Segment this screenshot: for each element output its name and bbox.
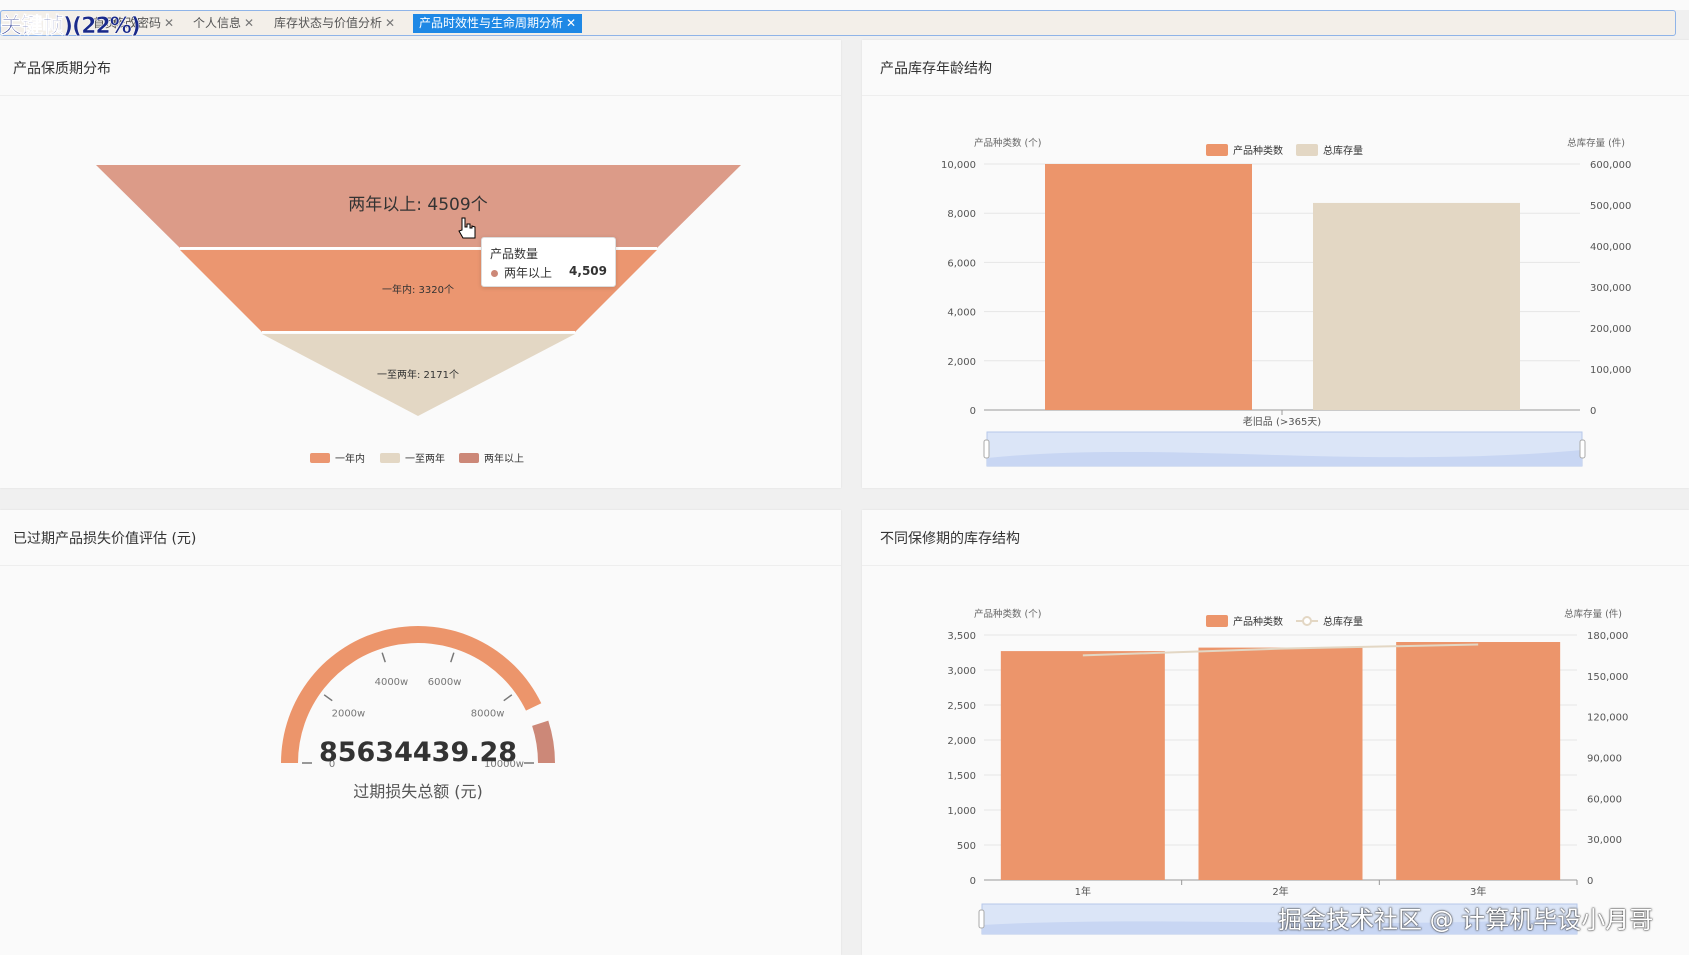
- y-left-tick-label: 3,500: [947, 631, 976, 642]
- tooltip: 产品数量 两年以上 4,509: [481, 237, 616, 287]
- close-icon[interactable]: ✕: [566, 16, 576, 30]
- y-right-axis-title: 总库存量 (件): [1564, 608, 1622, 620]
- gauge-tick: [503, 694, 513, 702]
- warranty-chart: 3,500 3,000 2,500 2,000 1,500 1,000 500 0 180,00…: [947, 608, 1628, 935]
- tab-product-lifecycle[interactable]: 产品时效性与生命周期分析 ✕: [413, 14, 583, 33]
- y-left-tick-label: 1,000: [947, 806, 976, 817]
- legend-label-one-to-two-years[interactable]: 一至两年: [405, 452, 445, 465]
- y-left-tick-label: 3,000: [947, 666, 976, 677]
- gauge-tick: [381, 652, 386, 663]
- y-right-tick-label: 120,000: [1587, 713, 1628, 724]
- x-tick-label: 1年: [1075, 885, 1091, 898]
- legend-marker[interactable]: [1302, 616, 1312, 626]
- legend-swatch-within-one-year[interactable]: [310, 453, 330, 463]
- datazoom-handle-left[interactable]: [983, 439, 990, 459]
- y-right-tick-label: 0: [1587, 876, 1593, 887]
- y-right-tick-label: 60,000: [1587, 794, 1622, 805]
- gauge-tick-label: 4000w: [375, 677, 409, 688]
- y-left-tick-label: 0: [970, 406, 976, 417]
- tab-label: 库存状态与价值分析: [274, 16, 383, 30]
- funnel-label-over-two-years: 两年以上: 4509个: [348, 195, 487, 215]
- tab-inventory-status[interactable]: 库存状态与价值分析 ✕: [274, 14, 395, 33]
- tab-label: 个人信息: [193, 16, 242, 30]
- y-right-tick-label: 90,000: [1587, 754, 1622, 765]
- y-right-tick-label: 300,000: [1590, 283, 1631, 294]
- gauge-tick: [323, 694, 333, 702]
- tooltip-marker: [491, 270, 498, 277]
- close-icon[interactable]: ✕: [385, 16, 395, 30]
- y-left-tick-label: 2,500: [947, 701, 976, 712]
- tooltip-title: 产品数量: [490, 247, 539, 261]
- x-tick-label: 2年: [1272, 885, 1288, 898]
- gauge-tick-label: 8000w: [471, 708, 505, 719]
- inventory-age-panel: 产品库存年龄结构 10,000 8,000 6,000 4,000 2,000 0 600,…: [862, 40, 1689, 488]
- bar-3年[interactable]: [1396, 642, 1561, 880]
- y-right-tick-label: 500,000: [1590, 201, 1631, 212]
- watermark: 掘金技术社区 @ 计算机毕设小月哥: [1278, 906, 1654, 934]
- y-left-tick-label: 8,000: [947, 209, 976, 220]
- legend-label-within-one-year[interactable]: 一年内: [335, 452, 365, 465]
- bar-product-types[interactable]: [1045, 164, 1252, 410]
- y-right-tick-label: 150,000: [1587, 672, 1628, 683]
- y-left-tick-label: 2,000: [947, 357, 976, 368]
- tab-personal-info[interactable]: 个人信息 ✕: [193, 14, 254, 33]
- y-right-tick-label: 400,000: [1590, 242, 1631, 253]
- bar-1年[interactable]: [1000, 651, 1165, 880]
- datazoom-handle-left[interactable]: [978, 909, 985, 929]
- legend-label[interactable]: 总库存量: [1323, 615, 1363, 628]
- y-right-tick-label: 200,000: [1590, 324, 1631, 335]
- top-bar: [0, 0, 1689, 10]
- y-right-tick-label: 100,000: [1590, 365, 1631, 376]
- y-right-axis-title: 总库存量 (件): [1567, 137, 1625, 149]
- y-left-tick-label: 4,000: [947, 308, 976, 319]
- funnel-label-within-one-year: 一年内: 3320个: [382, 283, 454, 296]
- legend-label-over-two-years[interactable]: 两年以上: [484, 452, 524, 465]
- datazoom-handle-right[interactable]: [1579, 439, 1586, 459]
- close-icon[interactable]: ✕: [164, 16, 174, 30]
- tooltip-value: 4,509: [569, 264, 607, 278]
- warranty-structure-panel: 不同保修期的库存结构 3,500 3,000 2,500 2,000 1,500 1,00…: [862, 510, 1689, 955]
- tab-label: 产品时效性与生命周期分析: [419, 16, 564, 30]
- y-right-tick-label: 0: [1590, 406, 1596, 417]
- y-right-tick-label: 180,000: [1587, 631, 1628, 642]
- gauge-end-band: [532, 720, 555, 763]
- gauge-value: 85634439.28: [319, 737, 517, 768]
- overlay-caption: 关键帧)(22%): [0, 14, 141, 40]
- gauge-tick-label: 6000w: [428, 677, 462, 688]
- legend-swatch[interactable]: [1206, 615, 1228, 627]
- legend-label[interactable]: 产品种类数: [1233, 615, 1283, 628]
- funnel-chart: 两年以上: 4509个 一年内: 3320个 一至两年: 2171个 一年内 一…: [96, 165, 741, 465]
- y-left-tick-label: 500: [957, 841, 976, 852]
- y-right-tick-label: 30,000: [1587, 835, 1622, 846]
- x-tick-label: 老旧品 (>365天): [1243, 415, 1322, 428]
- gauge-tick: [450, 652, 455, 663]
- funnel-label-one-to-two-years: 一至两年: 2171个: [377, 368, 459, 381]
- x-tick-label: 3年: [1470, 885, 1486, 898]
- close-icon[interactable]: ✕: [244, 16, 254, 30]
- y-left-tick-label: 10,000: [941, 160, 976, 171]
- legend-swatch-one-to-two-years[interactable]: [380, 453, 400, 463]
- bar-total-stock[interactable]: [1313, 202, 1520, 410]
- legend-label[interactable]: 总库存量: [1323, 144, 1363, 157]
- legend-label[interactable]: 产品种类数: [1233, 144, 1283, 157]
- y-right-tick-label: 600,000: [1590, 160, 1631, 171]
- bar-2年[interactable]: [1198, 647, 1363, 880]
- legend-swatch-over-two-years[interactable]: [459, 453, 479, 463]
- legend-swatch[interactable]: [1206, 144, 1228, 156]
- legend-swatch[interactable]: [1296, 144, 1318, 156]
- tab-bar: 首页 修改密码 ✕ 个人信息 ✕ 库存状态与价值分析 ✕ 产品时效性与生命周期分析 ✕: [0, 10, 1676, 36]
- gauge-label: 过期损失总额 (元): [353, 782, 483, 801]
- gauge-tick-label: 2000w: [332, 708, 366, 719]
- y-left-axis-title: 产品种类数 (个): [974, 137, 1041, 149]
- shelf-life-panel: 产品保质期分布 两年以上: 4509个 一年内: 3320个 一至两年: 217…: [0, 40, 841, 488]
- y-left-tick-label: 1,500: [947, 771, 976, 782]
- inventory-age-chart: 10,000 8,000 6,000 4,000 2,000 0 600,000 500,00…: [941, 137, 1631, 467]
- y-left-tick-label: 0: [970, 876, 976, 887]
- y-left-axis-title: 产品种类数 (个): [974, 608, 1041, 620]
- y-left-tick-label: 2,000: [947, 736, 976, 747]
- tooltip-name: 两年以上: [504, 266, 553, 280]
- y-left-tick-label: 6,000: [947, 258, 976, 269]
- loss-gauge-chart: 02000w4000w 6000w8000w10000w85634439.28过期…: [281, 625, 555, 801]
- expired-loss-panel: 已过期产品损失价值评估 (元) 0 2000w 4000w 6000w 8000w 100…: [0, 510, 841, 955]
